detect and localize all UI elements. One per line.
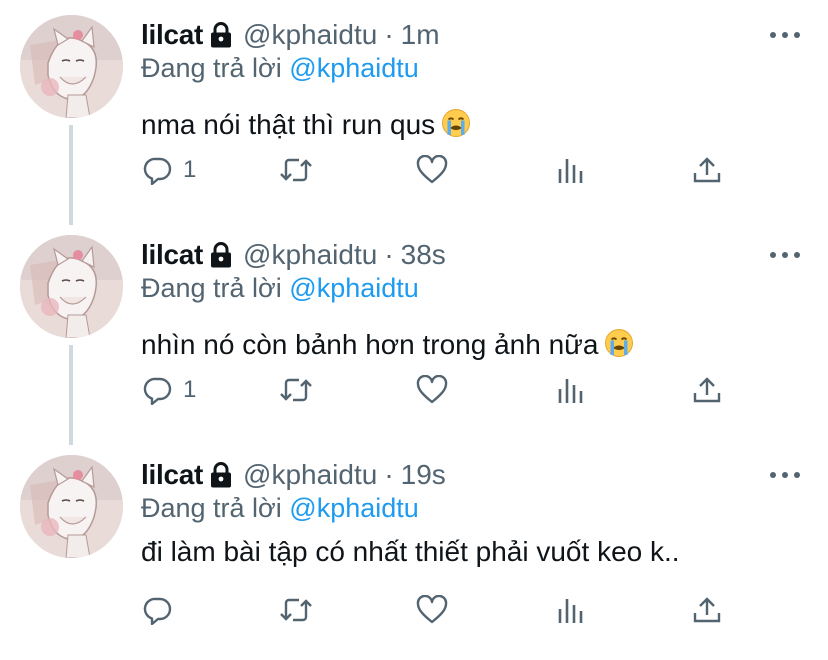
action-bar: 1 (0, 370, 828, 410)
reply-button[interactable] (143, 590, 183, 630)
avatar[interactable] (20, 15, 123, 118)
tweet-text: đi làm bài tập có nhất thiết phải vuốt k… (141, 536, 680, 568)
analytics-button[interactable] (557, 370, 585, 410)
lock-icon (209, 242, 233, 268)
tweet[interactable]: lilcat @kphaidtu · 1m Đang trả lời @kpha… (0, 0, 828, 220)
timestamp[interactable]: 38s (401, 239, 446, 271)
tweet[interactable]: lilcat @kphaidtu · 38s Đang trả lời @kph… (0, 220, 828, 440)
tweet-header: lilcat @kphaidtu · 38s (141, 237, 446, 273)
lock-icon (209, 22, 233, 48)
tweet-header: lilcat @kphaidtu · 1m (141, 17, 440, 53)
like-button[interactable] (416, 150, 448, 190)
retweet-button[interactable] (279, 370, 313, 410)
reply-icon (143, 597, 172, 625)
separator-dot: · (384, 19, 394, 50)
heart-icon (416, 595, 448, 624)
separator-dot: · (384, 459, 394, 490)
replying-to-label: Đang trả lời (141, 273, 282, 303)
display-name[interactable]: lilcat (141, 19, 203, 51)
like-button[interactable] (416, 370, 448, 410)
share-icon (693, 597, 721, 623)
analytics-button[interactable] (557, 150, 585, 190)
retweet-icon (280, 158, 312, 182)
tweet-text-content: đi làm bài tập có nhất thiết phải vuốt k… (141, 536, 680, 567)
like-button[interactable] (416, 590, 448, 630)
reply-count: 1 (183, 376, 197, 403)
reply-count: 1 (183, 156, 197, 183)
share-icon (693, 157, 721, 183)
more-icon[interactable] (770, 242, 800, 268)
replying-to: Đang trả lời @kphaidtu (141, 493, 419, 524)
loudly-crying-face-emoji (604, 328, 634, 365)
share-button[interactable] (692, 590, 722, 630)
tweet-text-content: nhìn nó còn bảnh hơn trong ảnh nữa (141, 329, 599, 360)
avatar[interactable] (20, 235, 123, 338)
more-icon[interactable] (770, 462, 800, 488)
reply-icon (143, 377, 172, 405)
analytics-icon (558, 599, 583, 623)
retweet-button[interactable] (279, 150, 313, 190)
retweet-button[interactable] (279, 590, 313, 630)
more-icon[interactable] (770, 22, 800, 48)
display-name[interactable]: lilcat (141, 239, 203, 271)
heart-icon (416, 155, 448, 184)
user-handle[interactable]: @kphaidtu (243, 19, 377, 51)
analytics-icon (558, 159, 583, 183)
loudly-crying-face-emoji (441, 108, 471, 145)
user-handle[interactable]: @kphaidtu (243, 239, 377, 271)
display-name[interactable]: lilcat (141, 459, 203, 491)
analytics-icon (558, 379, 583, 403)
timestamp[interactable]: 1m (401, 19, 440, 51)
retweet-icon (280, 378, 312, 402)
replying-to: Đang trả lời @kphaidtu (141, 53, 419, 84)
reply-icon (143, 157, 172, 185)
separator-dot: · (384, 239, 394, 270)
reply-button[interactable]: 1 (143, 370, 196, 410)
replying-to: Đang trả lời @kphaidtu (141, 273, 419, 304)
share-icon (693, 377, 721, 403)
retweet-icon (280, 598, 312, 622)
share-button[interactable] (692, 370, 722, 410)
heart-icon (416, 375, 448, 404)
tweet-text-content: nma nói thật thì run qus (141, 109, 436, 140)
replying-to-label: Đang trả lời (141, 53, 282, 83)
mention-link[interactable]: @kphaidtu (289, 273, 419, 303)
tweet-header: lilcat @kphaidtu · 19s (141, 457, 446, 493)
tweet[interactable]: lilcat @kphaidtu · 19s Đang trả lời @kph… (0, 440, 828, 660)
user-handle[interactable]: @kphaidtu (243, 459, 377, 491)
timestamp[interactable]: 19s (401, 459, 446, 491)
lock-icon (209, 462, 233, 488)
share-button[interactable] (692, 150, 722, 190)
mention-link[interactable]: @kphaidtu (289, 53, 419, 83)
action-bar: 1 (0, 150, 828, 190)
analytics-button[interactable] (557, 590, 585, 630)
tweet-text: nma nói thật thì run qus (141, 108, 471, 145)
mention-link[interactable]: @kphaidtu (289, 493, 419, 523)
reply-button[interactable]: 1 (143, 150, 196, 190)
avatar[interactable] (20, 455, 123, 558)
tweet-text: nhìn nó còn bảnh hơn trong ảnh nữa (141, 328, 634, 365)
action-bar (0, 590, 828, 630)
replying-to-label: Đang trả lời (141, 493, 282, 523)
